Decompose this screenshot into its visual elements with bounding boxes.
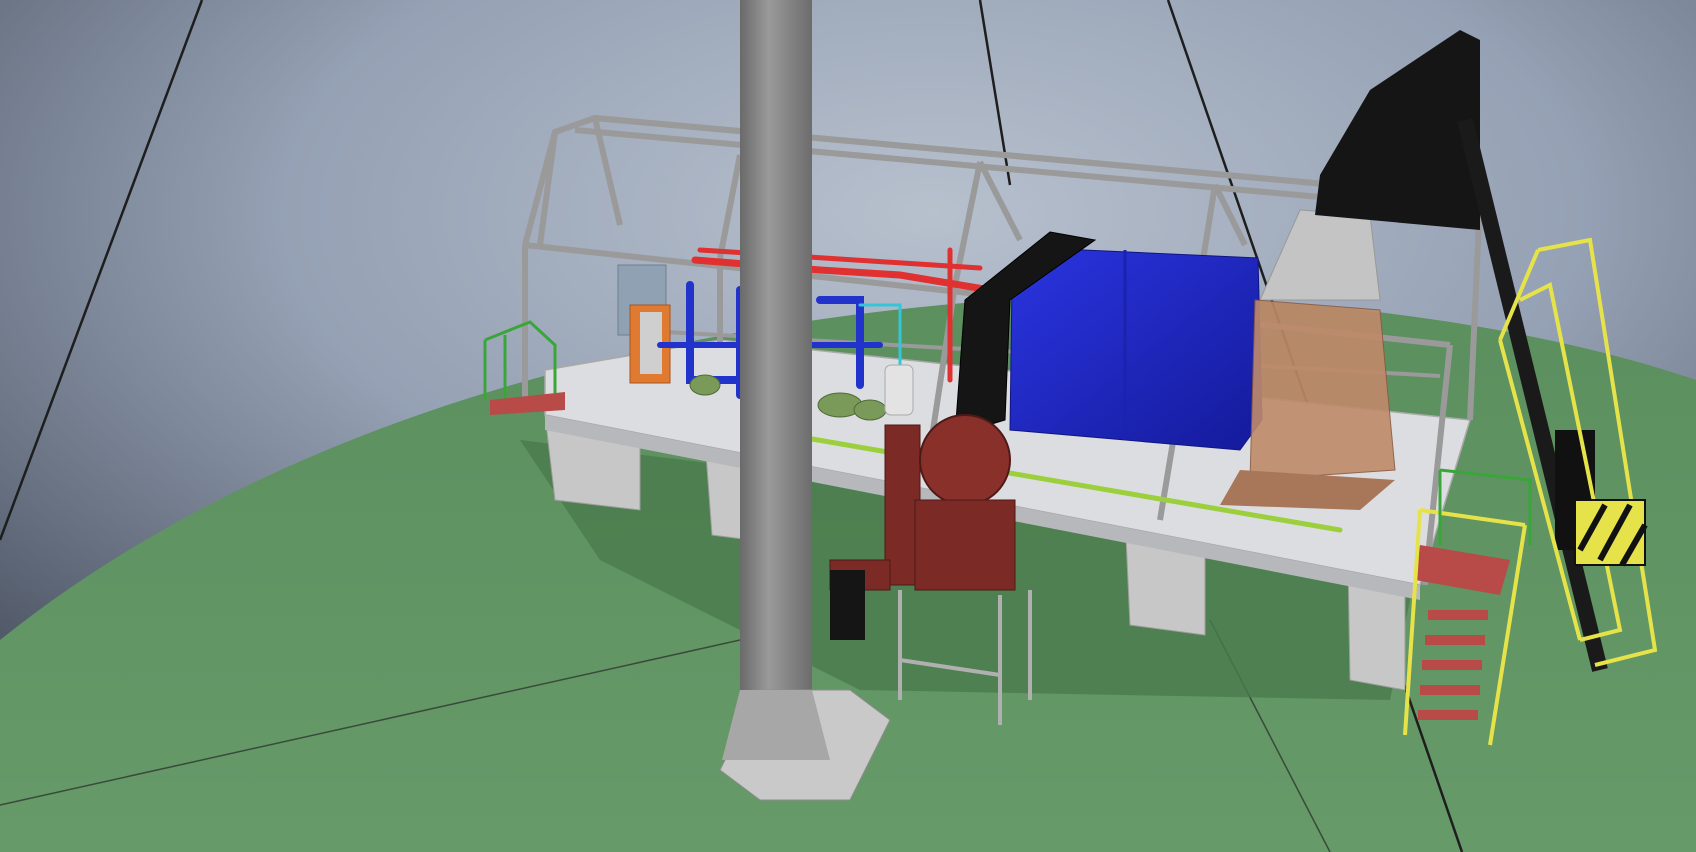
3d-viewport[interactable] [0,0,1696,852]
expansion-tank [884,364,914,416]
hazard-counterweight [1574,499,1646,566]
boiler-block [1009,247,1263,451]
3d-scene[interactable] [0,0,1696,852]
